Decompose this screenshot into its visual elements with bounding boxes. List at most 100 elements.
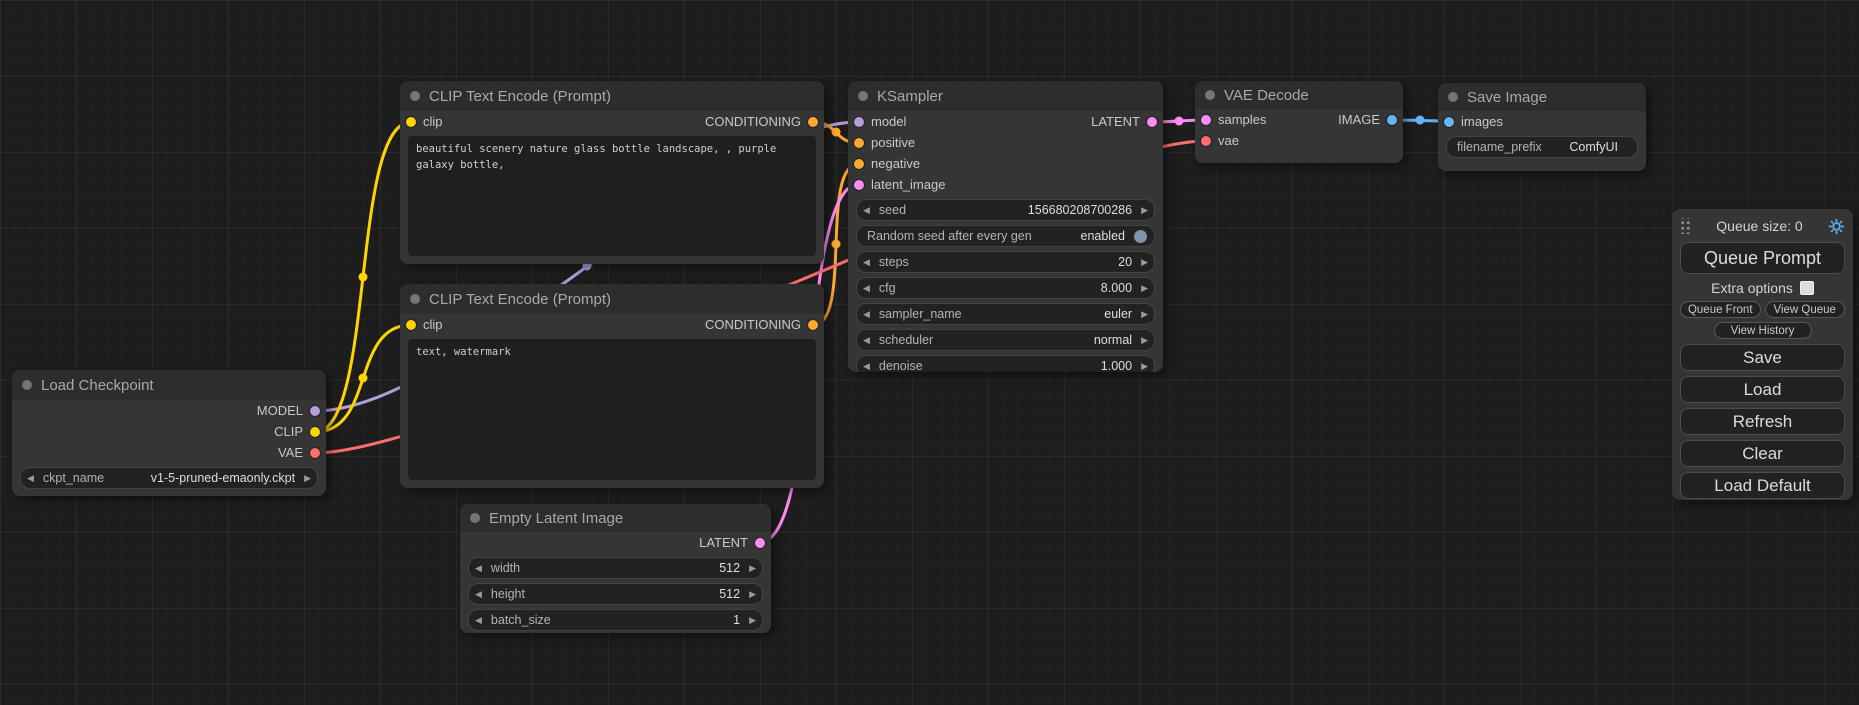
widget-random-seed-toggle[interactable]: Random seed after every gen enabled <box>856 225 1155 247</box>
vae-output-dot[interactable] <box>310 448 320 458</box>
node-save-image[interactable]: Save Image images filename_prefix ComfyU… <box>1438 83 1646 171</box>
decrement-arrow-icon[interactable]: ◀ <box>475 564 482 573</box>
widget-filename-prefix[interactable]: filename_prefix ComfyUI <box>1446 136 1638 158</box>
node-vae-decode[interactable]: VAE Decode samples IMAGE vae <box>1195 81 1403 163</box>
collapse-dot[interactable] <box>22 380 32 390</box>
latent-output-dot[interactable] <box>755 538 765 548</box>
queue-prompt-button[interactable]: Queue Prompt <box>1680 242 1845 274</box>
node-header[interactable]: Empty Latent Image <box>460 504 771 532</box>
settings-gear-icon[interactable] <box>1828 218 1845 235</box>
extra-options-checkbox[interactable] <box>1800 281 1814 295</box>
input-slot-vae[interactable]: vae <box>1201 133 1239 148</box>
decrement-arrow-icon[interactable]: ◀ <box>863 206 870 215</box>
widget-ckpt-name[interactable]: ◀ ckpt_name v1-5-pruned-emaonly.ckpt ▶ <box>20 467 318 489</box>
model-input-dot[interactable] <box>854 117 864 127</box>
vae-input-dot[interactable] <box>1201 136 1211 146</box>
widget-height[interactable]: ◀ height 512 ▶ <box>468 583 763 605</box>
queue-front-button[interactable]: Queue Front <box>1680 301 1761 318</box>
input-slot-samples[interactable]: samples <box>1201 112 1266 127</box>
conditioning-output-dot[interactable] <box>808 320 818 330</box>
decrement-arrow-icon[interactable]: ◀ <box>27 474 34 483</box>
output-slot-clip[interactable]: CLIP <box>274 424 320 439</box>
latent-output-dot[interactable] <box>1147 117 1157 127</box>
decrement-arrow-icon[interactable]: ◀ <box>863 362 870 371</box>
node-header[interactable]: Save Image <box>1438 83 1646 111</box>
decrement-arrow-icon[interactable]: ◀ <box>863 284 870 293</box>
widget-batch-size[interactable]: ◀ batch_size 1 ▶ <box>468 609 763 631</box>
increment-arrow-icon[interactable]: ▶ <box>1141 362 1148 371</box>
collapse-dot[interactable] <box>1448 92 1458 102</box>
save-button[interactable]: Save <box>1680 344 1845 371</box>
input-slot-clip[interactable]: clip <box>406 317 443 332</box>
positive-prompt-textarea[interactable]: beautiful scenery nature glass bottle la… <box>408 136 816 256</box>
increment-arrow-icon[interactable]: ▶ <box>304 474 311 483</box>
samples-input-dot[interactable] <box>1201 115 1211 125</box>
increment-arrow-icon[interactable]: ▶ <box>749 564 756 573</box>
decrement-arrow-icon[interactable]: ◀ <box>475 616 482 625</box>
output-slot-vae[interactable]: VAE <box>278 445 320 460</box>
output-slot-model[interactable]: MODEL <box>257 403 320 418</box>
increment-arrow-icon[interactable]: ▶ <box>749 616 756 625</box>
increment-arrow-icon[interactable]: ▶ <box>1141 206 1148 215</box>
node-header[interactable]: CLIP Text Encode (Prompt) <box>400 81 824 111</box>
images-input-dot[interactable] <box>1444 117 1454 127</box>
clear-button[interactable]: Clear <box>1680 440 1845 467</box>
output-slot-image[interactable]: IMAGE <box>1338 112 1397 127</box>
input-slot-images[interactable]: images <box>1444 114 1503 129</box>
refresh-button[interactable]: Refresh <box>1680 408 1845 435</box>
load-button[interactable]: Load <box>1680 376 1845 403</box>
conditioning-output-dot[interactable] <box>808 117 818 127</box>
decrement-arrow-icon[interactable]: ◀ <box>863 310 870 319</box>
increment-arrow-icon[interactable]: ▶ <box>1141 310 1148 319</box>
comfy-menu-panel[interactable]: Queue size: 0 Queue Prompt Extra options… <box>1672 209 1853 500</box>
increment-arrow-icon[interactable]: ▶ <box>1141 258 1148 267</box>
node-clip-text-encode-positive[interactable]: CLIP Text Encode (Prompt) clip CONDITION… <box>400 81 824 264</box>
widget-width[interactable]: ◀ width 512 ▶ <box>468 557 763 579</box>
node-header[interactable]: KSampler <box>848 81 1163 111</box>
widget-sampler-name[interactable]: ◀ sampler_name euler ▶ <box>856 303 1155 325</box>
collapse-dot[interactable] <box>858 91 868 101</box>
collapse-dot[interactable] <box>1205 90 1215 100</box>
increment-arrow-icon[interactable]: ▶ <box>1141 336 1148 345</box>
node-header[interactable]: CLIP Text Encode (Prompt) <box>400 284 824 314</box>
clip-input-dot[interactable] <box>406 320 416 330</box>
widget-cfg[interactable]: ◀ cfg 8.000 ▶ <box>856 277 1155 299</box>
output-slot-conditioning[interactable]: CONDITIONING <box>705 114 818 129</box>
model-output-dot[interactable] <box>310 406 320 416</box>
decrement-arrow-icon[interactable]: ◀ <box>475 590 482 599</box>
widget-scheduler[interactable]: ◀ scheduler normal ▶ <box>856 329 1155 351</box>
negative-prompt-textarea[interactable]: text, watermark <box>408 339 816 480</box>
drag-handle-icon[interactable] <box>1680 218 1691 234</box>
negative-input-dot[interactable] <box>854 159 864 169</box>
collapse-dot[interactable] <box>410 91 420 101</box>
node-load-checkpoint[interactable]: Load Checkpoint MODEL CLIP VAE ◀ ckpt_na… <box>12 370 326 496</box>
input-slot-latent-image[interactable]: latent_image <box>854 177 945 192</box>
collapse-dot[interactable] <box>470 513 480 523</box>
input-slot-negative[interactable]: negative <box>854 156 920 171</box>
clip-output-dot[interactable] <box>310 427 320 437</box>
output-slot-conditioning[interactable]: CONDITIONING <box>705 317 818 332</box>
comfyui-canvas[interactable]: { "icons": { "decrement": "◀", "incremen… <box>0 0 1859 705</box>
node-header[interactable]: VAE Decode <box>1195 81 1403 109</box>
toggle-knob-icon[interactable] <box>1134 230 1147 243</box>
decrement-arrow-icon[interactable]: ◀ <box>863 336 870 345</box>
clip-input-dot[interactable] <box>406 117 416 127</box>
load-default-button[interactable]: Load Default <box>1680 472 1845 499</box>
output-slot-latent[interactable]: LATENT <box>1091 114 1157 129</box>
input-slot-clip[interactable]: clip <box>406 114 443 129</box>
latent-image-input-dot[interactable] <box>854 180 864 190</box>
input-slot-positive[interactable]: positive <box>854 135 915 150</box>
collapse-dot[interactable] <box>410 294 420 304</box>
view-history-button[interactable]: View History <box>1714 322 1812 339</box>
output-slot-latent[interactable]: LATENT <box>699 535 765 550</box>
image-output-dot[interactable] <box>1387 115 1397 125</box>
decrement-arrow-icon[interactable]: ◀ <box>863 258 870 267</box>
view-queue-button[interactable]: View Queue <box>1765 301 1846 318</box>
node-clip-text-encode-negative[interactable]: CLIP Text Encode (Prompt) clip CONDITION… <box>400 284 824 488</box>
input-slot-model[interactable]: model <box>854 114 906 129</box>
increment-arrow-icon[interactable]: ▶ <box>1141 284 1148 293</box>
node-ksampler[interactable]: KSampler model LATENT positive negative … <box>848 81 1163 372</box>
widget-seed[interactable]: ◀ seed 156680208700286 ▶ <box>856 199 1155 221</box>
positive-input-dot[interactable] <box>854 138 864 148</box>
widget-steps[interactable]: ◀ steps 20 ▶ <box>856 251 1155 273</box>
